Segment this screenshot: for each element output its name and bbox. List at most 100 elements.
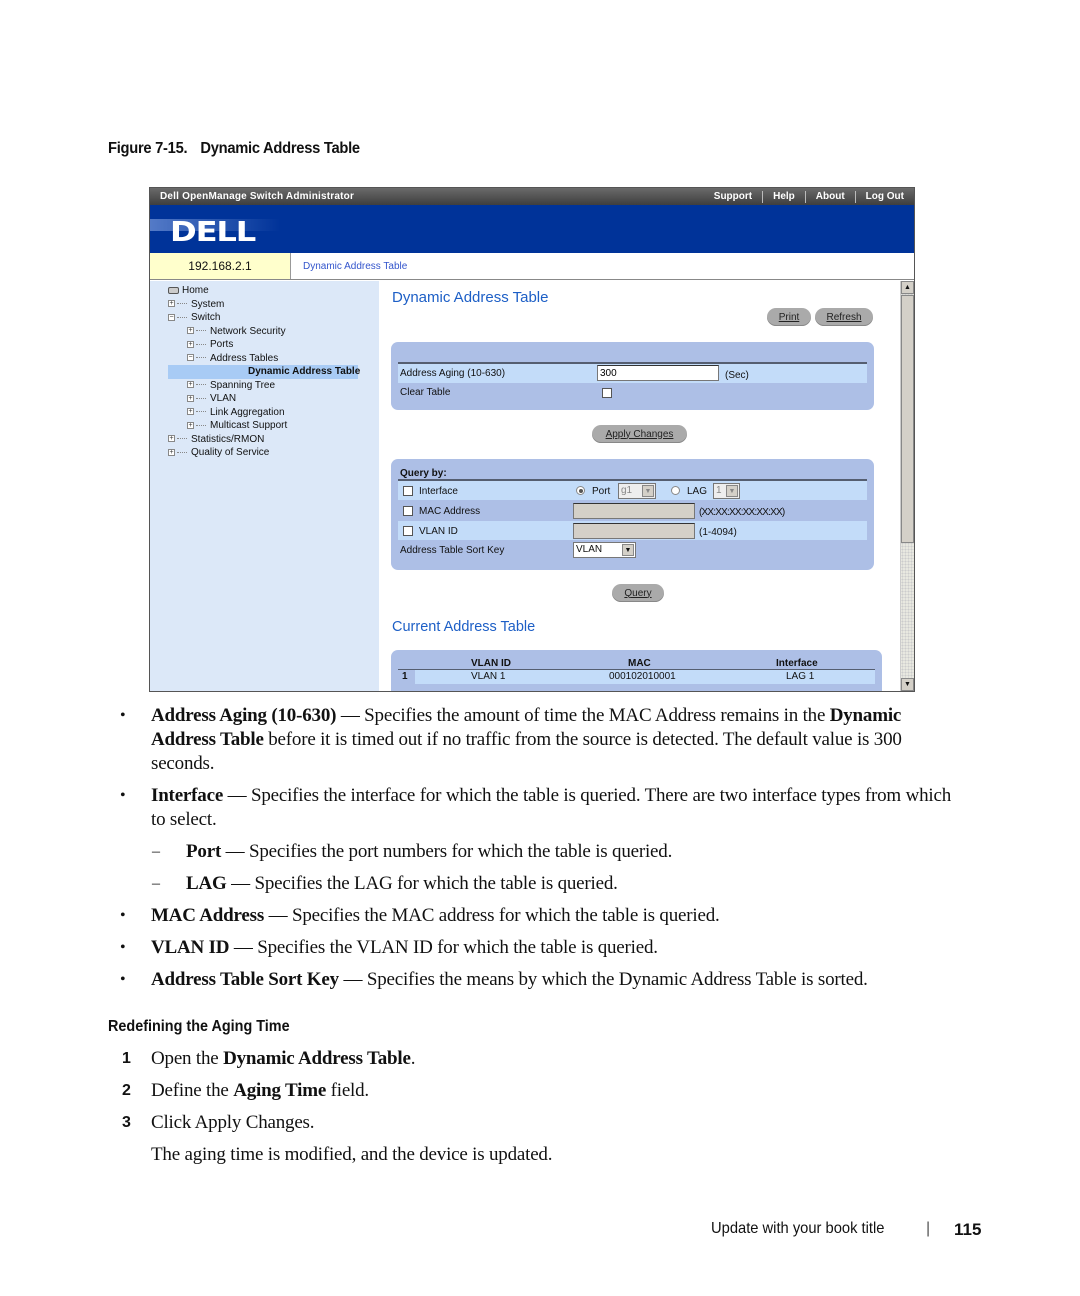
bullet-mac-address: MAC Address — Specifies the MAC address … [151,904,720,928]
collapse-icon[interactable]: − [168,313,175,321]
sort-key-select[interactable]: VLAN ▼ [573,542,636,558]
clear-table-checkbox[interactable] [602,388,612,398]
bullet-address-aging: Address Aging (10-630) — Specifies the a… [151,704,961,776]
app-title: Dell OpenManage Switch Administrator [160,191,355,202]
tree-item-system[interactable]: + System [150,298,379,312]
step-term: Dynamic Address Table [223,1048,411,1069]
desc: — Specifies the VLAN ID for which the ta… [229,937,658,958]
expand-icon[interactable]: + [187,408,194,416]
vlan-label: VLAN ID [419,526,458,537]
column-header: VLAN ID [471,658,511,669]
clear-table-label: Clear Table [400,387,451,398]
step-3: Click Apply Changes. [151,1111,315,1135]
sub-bullet-lag: LAG — Specifies the LAG for which the ta… [186,872,618,896]
device-ip: 192.168.2.1 [150,253,291,279]
vlan-hint: (1-4094) [699,527,737,538]
logout-link[interactable]: Log Out [854,190,914,203]
tree-item-link-aggregation[interactable]: + Link Aggregation [150,406,379,420]
bullet-icon: • [120,907,126,924]
tree-item-ports[interactable]: + Ports [150,338,379,352]
content-pane: Dynamic Address Table Print Refresh Addr… [379,281,900,691]
sort-key-label: Address Table Sort Key [400,545,505,556]
column-header: Interface [776,658,818,669]
port-value: g1 [621,485,633,496]
tree-item-vlan[interactable]: + VLAN [150,392,379,406]
lag-radio[interactable] [671,486,680,495]
lag-label: LAG [687,486,708,497]
page-title: Dynamic Address Table [392,289,549,306]
term: MAC Address [151,905,265,926]
term: Port [186,841,222,862]
tree-item-quality-of-service[interactable]: + Quality of Service [150,446,379,460]
tree-item-home[interactable]: Home [150,284,379,298]
refresh-button[interactable]: Refresh [815,308,873,326]
query-button[interactable]: Query [612,584,664,602]
tree-item-spanning-tree[interactable]: + Spanning Tree [150,379,379,393]
query-panel: Query by: Interface Port g1 ▼ LAG 1 ▼ MAC … [391,459,874,570]
breadcrumb: Dynamic Address Table [291,253,914,279]
mac-label: MAC Address [419,506,481,517]
section-heading: Redefining the Aging Time [108,1018,290,1035]
expand-icon[interactable]: + [168,300,175,308]
tree-label: Statistics/RMON [191,433,265,445]
tree-label: Home [182,285,209,296]
tree-item-multicast-support[interactable]: + Multicast Support [150,419,379,433]
aging-unit: (Sec) [725,370,749,381]
support-link[interactable]: Support [704,191,762,203]
help-link[interactable]: Help [762,190,805,203]
row-interface: LAG 1 [786,671,815,682]
figure-number: Figure 7-15. [108,140,188,157]
expand-icon[interactable]: + [187,381,194,389]
term: Address Table Sort Key [151,969,339,990]
step-number: 2 [122,1082,131,1099]
interface-checkbox[interactable] [403,486,413,496]
tree-item-switch[interactable]: − Switch [150,311,379,325]
bullet-interface: Interface — Specifies the interface for … [151,784,966,832]
tree-item-statistics-rmon[interactable]: + Statistics/RMON [150,433,379,447]
chevron-down-icon: ▼ [726,485,738,497]
mac-input[interactable] [573,503,695,519]
step-term: Aging Time [233,1080,327,1101]
tree-label: VLAN [210,393,237,404]
expand-icon[interactable]: + [168,435,175,443]
expand-icon[interactable]: + [168,448,175,456]
scroll-down-icon[interactable]: ▼ [901,678,914,691]
tree-item-address-tables[interactable]: − Address Tables [150,352,379,366]
mac-checkbox[interactable] [403,506,413,516]
vlan-input[interactable] [573,523,695,539]
current-table-title: Current Address Table [392,619,536,635]
scroll-thumb[interactable] [901,295,914,543]
tree-label: Link Aggregation [210,406,285,418]
figure-title: Dynamic Address Table [200,140,360,157]
port-radio[interactable] [576,486,585,495]
step-1: Open the Dynamic Address Table. [151,1047,415,1071]
expand-icon[interactable]: + [187,421,194,429]
vlan-checkbox[interactable] [403,526,413,536]
desc: before it is timed out if no traffic fro… [151,729,902,774]
tree-label: System [191,298,225,310]
expand-icon[interactable]: + [187,394,194,402]
desc: — Specifies the port numbers for which t… [221,841,673,862]
term: VLAN ID [151,937,230,958]
bullet-icon: • [120,787,126,804]
page-number: 115 [954,1220,982,1239]
home-icon [168,286,179,294]
aging-input[interactable] [597,365,719,381]
tree-item-dynamic-address-table[interactable]: Dynamic Address Table [168,365,361,379]
expand-icon[interactable]: + [187,327,194,335]
vertical-scrollbar[interactable]: ▲ ▼ [900,281,914,691]
apply-changes-button[interactable]: Apply Changes [592,425,687,443]
about-link[interactable]: About [804,190,855,203]
lag-select[interactable]: 1 ▼ [713,483,740,499]
tree-item-network-security[interactable]: + Network Security [150,325,379,339]
scroll-up-icon[interactable]: ▲ [901,281,914,294]
print-button[interactable]: Print [767,308,811,326]
tree-label: Dynamic Address Table [248,366,361,377]
top-bar: Dell OpenManage Switch Administrator Sup… [150,188,914,205]
expand-icon[interactable]: + [187,340,194,348]
term: Interface [151,785,224,806]
port-select[interactable]: g1 ▼ [618,483,656,499]
collapse-icon[interactable]: − [187,354,194,362]
sort-key-value: VLAN [576,544,603,555]
port-label: Port [592,486,611,497]
